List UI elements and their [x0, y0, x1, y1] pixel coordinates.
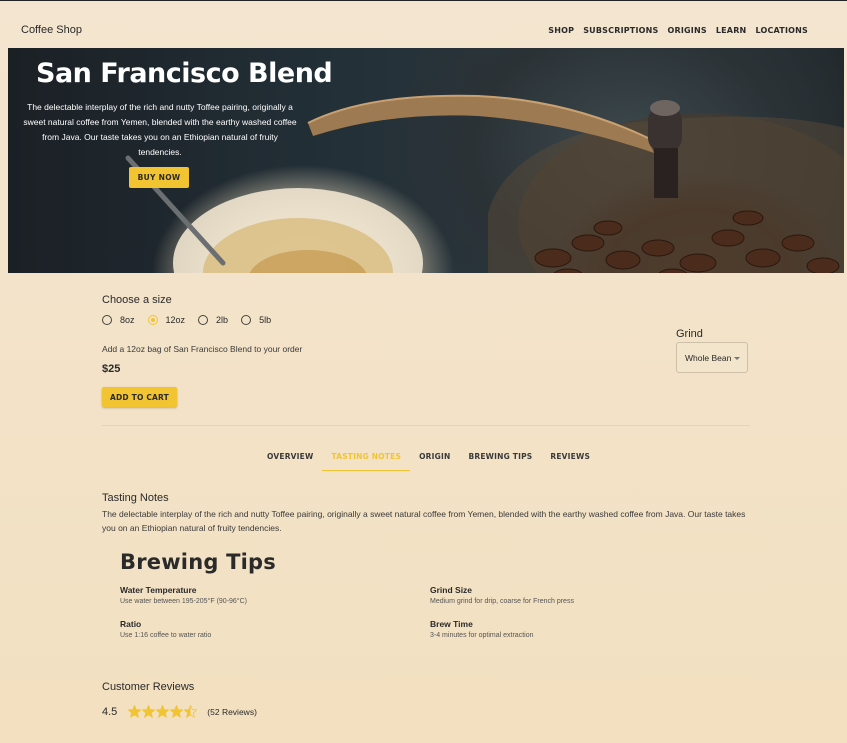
nav-locations[interactable]: LOCATIONS: [755, 26, 808, 35]
rating-number: 4.5: [102, 705, 118, 718]
tab-origin[interactable]: ORIGIN: [410, 446, 459, 470]
grind-select[interactable]: Whole Bean: [676, 342, 748, 373]
hero-banner: San Francisco Blend The delectable inter…: [8, 48, 844, 273]
tip-detail: 3-4 minutes for optimal extraction: [430, 632, 534, 639]
tip-ratio: Ratio Use 1:16 coffee to water ratio: [120, 619, 211, 639]
radio-2lb[interactable]: [198, 315, 209, 325]
tip-heading: Grind Size: [430, 585, 473, 595]
brewing-tips-title: Brewing Tips: [120, 550, 276, 574]
tasting-notes-title: Tasting Notes: [102, 492, 169, 504]
chevron-down-icon: [734, 357, 740, 360]
review-count[interactable]: (52 Reviews): [207, 707, 257, 717]
tip-detail: Use water between 195-205°F (90-96°C): [120, 598, 247, 605]
tab-overview[interactable]: OVERVIEW: [258, 446, 322, 470]
grind-value: Whole Bean: [685, 352, 732, 363]
divider: [102, 425, 750, 426]
star-icon: [184, 705, 198, 718]
star-icon: [142, 705, 156, 718]
tip-heading: Water Temperature: [120, 585, 197, 595]
tip-detail: Use 1:16 coffee to water ratio: [120, 632, 212, 639]
size-label-12oz: 12oz: [165, 315, 186, 325]
size-label-8oz: 8oz: [120, 315, 135, 325]
size-label-2lb: 2lb: [216, 315, 229, 325]
radio-12oz[interactable]: [147, 315, 158, 325]
hero-title: San Francisco Blend: [36, 58, 333, 89]
customer-reviews-title: Customer Reviews: [102, 681, 195, 693]
tab-brewing-tips[interactable]: BREWING TIPS: [459, 446, 541, 470]
rating-summary: 4.5 (52 Reviews): [102, 705, 257, 718]
star-icon: [128, 705, 142, 718]
hero-description: The delectable interplay of the rich and…: [23, 102, 297, 157]
price: $25: [102, 363, 121, 375]
product-tabs: OVERVIEW TASTING NOTES ORIGIN BREWING TI…: [258, 446, 599, 471]
nav-subscriptions[interactable]: SUBSCRIPTIONS: [583, 26, 658, 35]
radio-8oz[interactable]: [102, 315, 112, 325]
star-icon: [156, 705, 170, 718]
size-options: 8oz 12oz 2lb 5lb: [102, 315, 284, 325]
nav-origins[interactable]: ORIGINS: [668, 26, 707, 35]
main-nav: SHOP SUBSCRIPTIONS ORIGINS LEARN LOCATIO…: [548, 26, 808, 35]
tip-heading: Brew Time: [430, 619, 473, 629]
tasting-notes-text: The delectable interplay of the rich and…: [102, 509, 746, 533]
tip-brew-time: Brew Time 3-4 minutes for optimal extrac…: [430, 619, 534, 639]
tip-grind-size: Grind Size Medium grind for drip, coarse…: [430, 585, 574, 605]
radio-5lb[interactable]: [241, 315, 252, 325]
tip-detail: Medium grind for drip, coarse for French…: [430, 598, 574, 605]
tab-tasting-notes[interactable]: TASTING NOTES: [322, 446, 411, 471]
add-to-cart-button[interactable]: ADD TO CART: [102, 387, 177, 407]
size-label-5lb: 5lb: [259, 315, 272, 325]
tab-reviews[interactable]: REVIEWS: [541, 446, 599, 470]
nav-shop[interactable]: SHOP: [548, 26, 574, 35]
site-header: Coffee Shop SHOP SUBSCRIPTIONS ORIGINS L…: [0, 1, 847, 47]
nav-learn[interactable]: LEARN: [716, 26, 747, 35]
tip-water-temperature: Water Temperature Use water between 195-…: [120, 585, 247, 605]
brand-logo[interactable]: Coffee Shop: [21, 24, 82, 36]
star-icon: [170, 705, 184, 718]
tip-heading: Ratio: [120, 619, 142, 629]
buy-now-button[interactable]: BUY NOW: [129, 167, 189, 188]
rating-stars: [128, 705, 198, 718]
grind-label: Grind: [676, 328, 703, 340]
add-to-order-text: Add a 12oz bag of San Francisco Blend to…: [102, 344, 303, 354]
size-title: Choose a size: [102, 294, 172, 306]
